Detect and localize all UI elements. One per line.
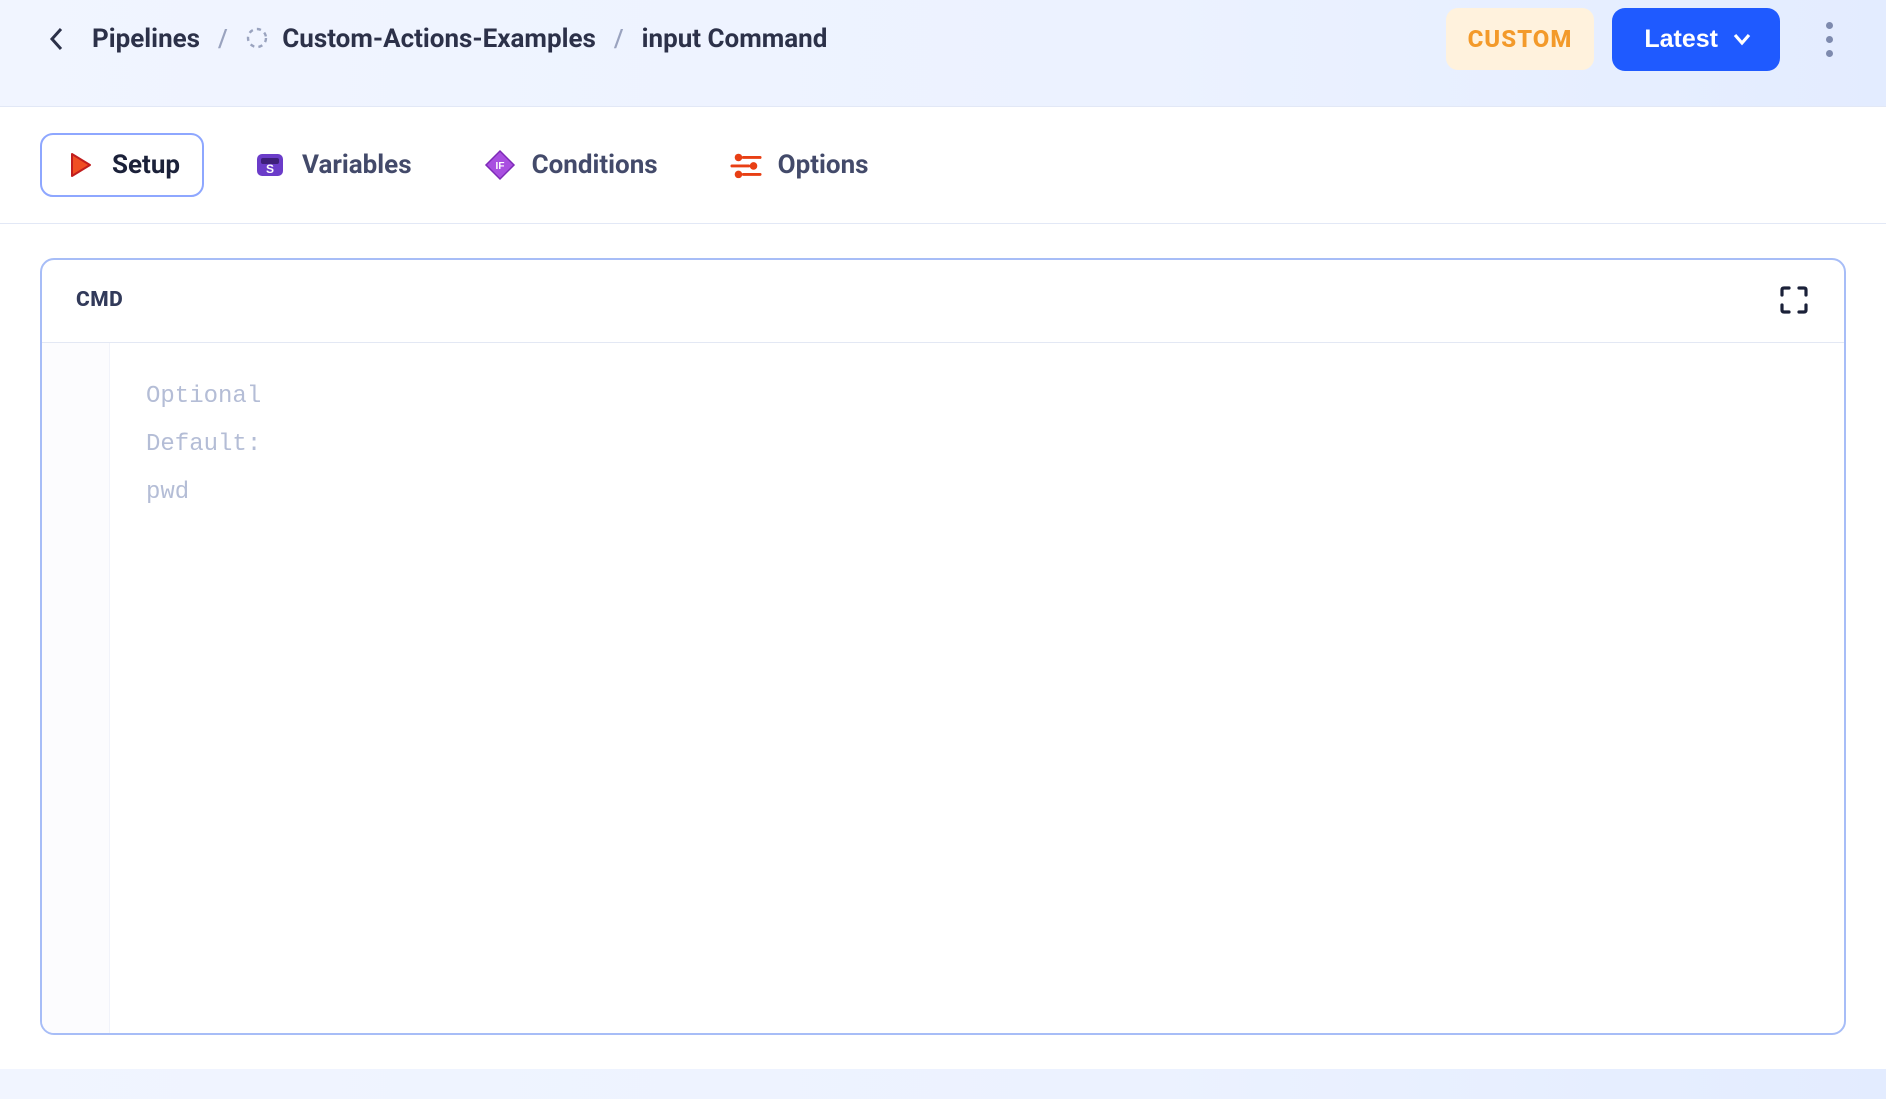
breadcrumb: Pipelines / Custom-Actions-Examples / in… — [40, 18, 827, 60]
variables-icon: S — [254, 149, 286, 181]
tab-setup-label: Setup — [112, 150, 180, 180]
custom-badge: CUSTOM — [1446, 8, 1595, 70]
breadcrumb-root[interactable]: Pipelines — [92, 24, 200, 54]
breadcrumb-sep: / — [218, 25, 228, 54]
play-icon — [64, 149, 96, 181]
back-button[interactable] — [40, 18, 74, 60]
tab-options[interactable]: Options — [708, 135, 891, 195]
tab-variables[interactable]: S Variables — [232, 135, 434, 195]
version-label: Latest — [1644, 25, 1718, 54]
chevron-down-icon — [1732, 32, 1752, 46]
placeholder-line-3: pwd — [146, 479, 189, 506]
tab-options-label: Options — [778, 150, 869, 180]
expand-button[interactable] — [1778, 284, 1810, 316]
conditions-icon: IF — [484, 149, 516, 181]
options-icon — [730, 149, 762, 181]
breadcrumb-project[interactable]: Custom-Actions-Examples — [246, 24, 596, 54]
dashed-circle-icon — [246, 27, 268, 49]
tab-conditions[interactable]: IF Conditions — [462, 135, 680, 195]
breadcrumb-sep: / — [614, 25, 624, 54]
svg-text:S: S — [266, 162, 274, 176]
placeholder-line-2: Default: — [146, 431, 261, 458]
editor-gutter — [42, 343, 110, 1033]
maximize-icon — [1778, 284, 1810, 316]
content-area: CMD Optional Default: pwd — [0, 224, 1886, 1069]
tab-setup[interactable]: Setup — [40, 133, 204, 197]
cmd-panel: CMD Optional Default: pwd — [40, 258, 1846, 1035]
more-menu-button[interactable] — [1812, 19, 1846, 59]
version-dropdown[interactable]: Latest — [1612, 8, 1780, 71]
tab-variables-label: Variables — [302, 150, 412, 180]
header-actions: CUSTOM Latest — [1446, 8, 1846, 71]
placeholder-line-1: Optional — [146, 383, 261, 410]
cmd-label: CMD — [76, 288, 123, 312]
breadcrumb-project-label: Custom-Actions-Examples — [282, 24, 596, 54]
tabs: Setup S Variables IF Conditions Options — [40, 133, 1846, 197]
cmd-body: Optional Default: pwd — [42, 343, 1844, 1033]
cmd-editor[interactable]: Optional Default: pwd — [110, 343, 297, 1033]
cmd-panel-header: CMD — [42, 260, 1844, 343]
tabs-container: Setup S Variables IF Conditions Options — [0, 106, 1886, 224]
tab-conditions-label: Conditions — [532, 150, 658, 180]
svg-text:IF: IF — [495, 161, 504, 172]
chevron-left-icon — [48, 25, 66, 53]
breadcrumb-current: input Command — [642, 24, 828, 54]
header-bar: Pipelines / Custom-Actions-Examples / in… — [0, 0, 1886, 106]
